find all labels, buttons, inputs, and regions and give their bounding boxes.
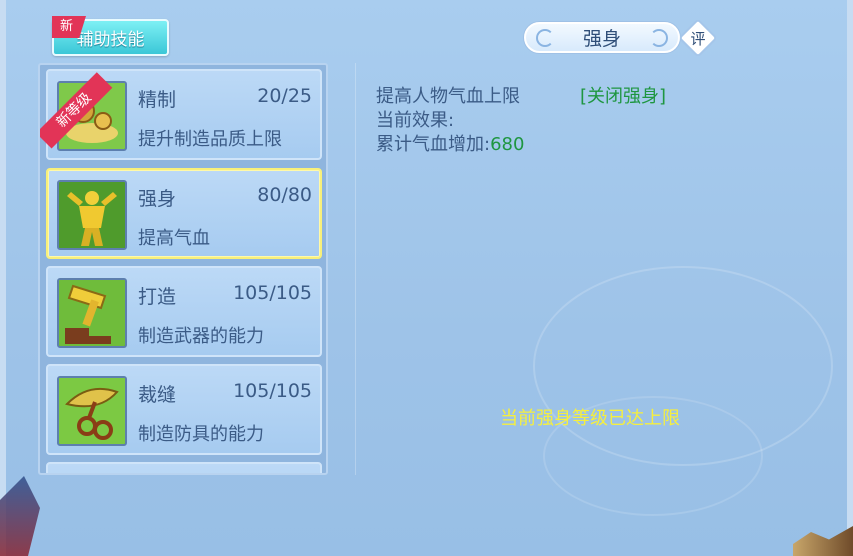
skill-name: 裁缝 <box>138 384 177 406</box>
skill-description: 提高气血 <box>138 228 210 249</box>
skill-description: 制造武器的能力 <box>138 326 264 347</box>
panel-divider <box>355 63 356 475</box>
rate-label: 评 <box>690 29 706 48</box>
skill-item-tailor[interactable]: 裁缝 105/105 制造防具的能力 <box>46 364 322 455</box>
skill-name: 精制 <box>138 89 177 111</box>
tab-label: 辅助技能 <box>76 30 145 50</box>
skill-description: 提升制造品质上限 <box>138 129 282 150</box>
cumulative-label: 累计气血增加: <box>376 134 491 155</box>
current-effect-label: 当前效果: <box>376 110 455 131</box>
skill-level: 105/105 <box>233 380 312 402</box>
swirl-ornament-icon <box>536 29 554 47</box>
skill-list[interactable]: 精制 20/25 提升制造品质上限 强身 80/80 提高气血 打造 105/1… <box>38 63 328 475</box>
skill-title-plate: 强身 <box>524 22 680 53</box>
scissors-icon <box>57 376 127 446</box>
skill-item-partial[interactable] <box>46 462 322 473</box>
skill-name: 强身 <box>138 188 177 210</box>
swirl-ornament-icon <box>650 29 668 47</box>
skill-title: 强身 <box>582 28 621 50</box>
toggle-strengthen-link[interactable]: [关闭强身] <box>580 82 666 108</box>
skill-name: 打造 <box>138 286 177 308</box>
hammer-anvil-icon <box>57 278 127 348</box>
cumulative-hp-line: 累计气血增加:680 <box>376 130 524 156</box>
skill-level: 105/105 <box>233 282 312 304</box>
skill-item-forge[interactable]: 打造 105/105 制造武器的能力 <box>46 266 322 357</box>
skill-level: 80/80 <box>257 184 312 206</box>
skill-description: 制造防具的能力 <box>138 424 264 445</box>
max-level-notice: 当前强身等级已达上限 <box>500 408 680 429</box>
skill-level: 20/25 <box>257 85 312 107</box>
muscle-man-icon <box>57 180 127 250</box>
cumulative-value: 680 <box>490 134 525 155</box>
effect-description: 提高人物气血上限 <box>376 86 520 107</box>
skill-item-strengthen[interactable]: 强身 80/80 提高气血 <box>46 168 322 259</box>
